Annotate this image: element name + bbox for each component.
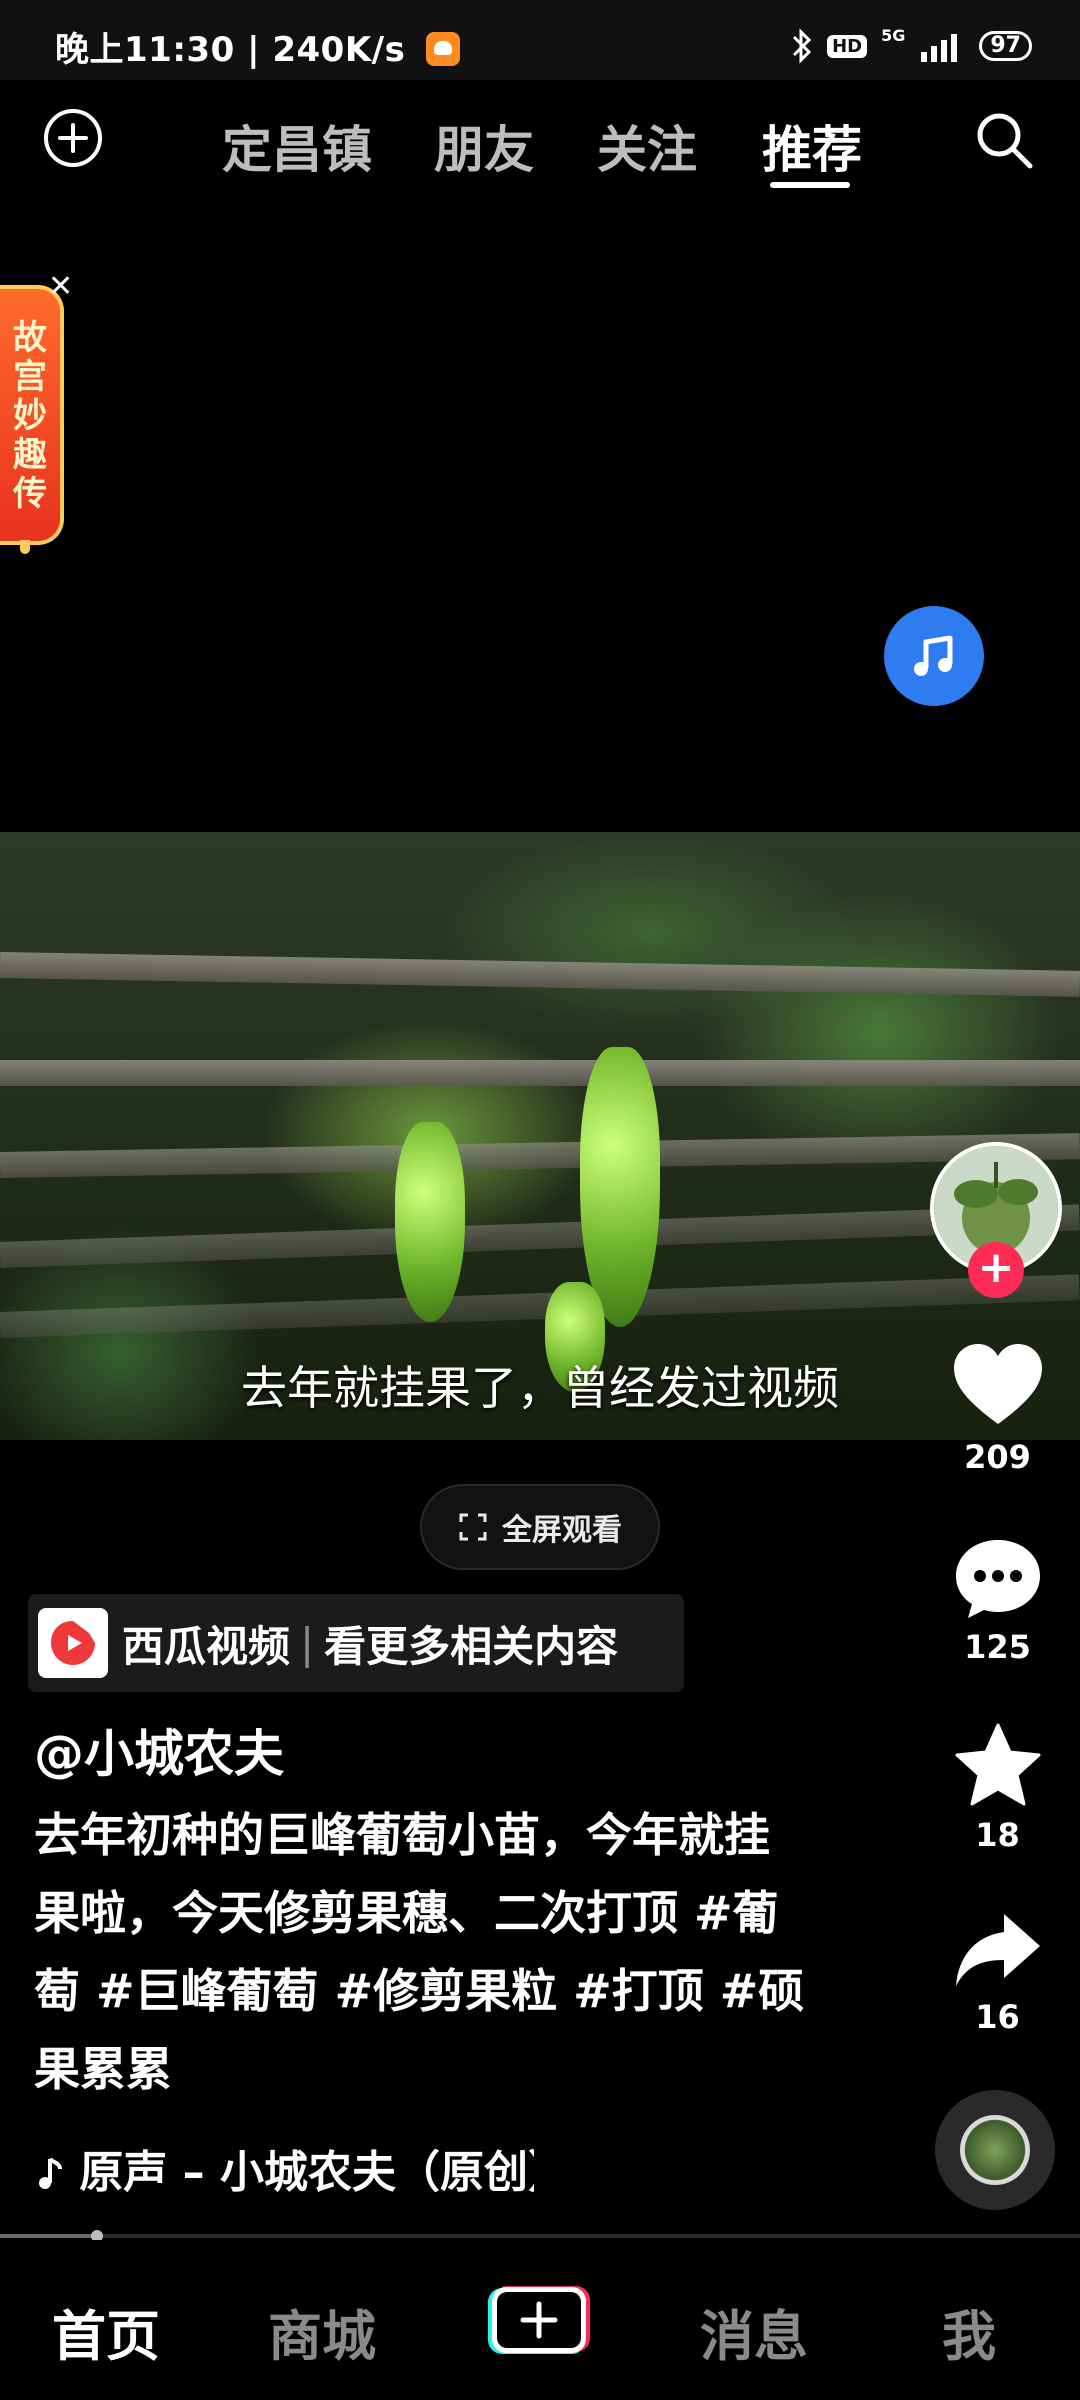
like-button[interactable]: 209	[940, 1340, 1055, 1476]
xigua-separator: |	[300, 1618, 315, 1668]
status-time: 晚上11:30	[55, 30, 235, 70]
sound-title: 原声 – 小城农夫（原创）	[79, 2147, 534, 2198]
author-name[interactable]: @小城农夫	[34, 1714, 284, 1786]
playback-progress[interactable]	[0, 2230, 1080, 2242]
plus-circle-icon[interactable]	[43, 108, 103, 168]
heart-icon	[953, 1344, 1042, 1424]
trellis-slat	[0, 952, 1080, 997]
top-nav: 定昌镇 朋友 关注 推荐	[0, 80, 1080, 210]
favorite-button[interactable]: 18	[940, 1722, 1055, 1854]
follow-button[interactable]: +	[968, 1242, 1024, 1298]
sound-link[interactable]: 原声 – 小城农夫（原创）	[34, 2136, 534, 2200]
bluetooth-icon	[793, 28, 812, 64]
promo-banner-tail	[20, 540, 30, 554]
music-small-icon	[39, 2157, 62, 2189]
nav-me[interactable]: 我	[942, 2292, 996, 2371]
comment-button[interactable]: 125	[940, 1536, 1055, 1666]
share-count: 16	[975, 1998, 1020, 2036]
tab-friends[interactable]: 朋友	[434, 110, 534, 182]
xigua-link[interactable]: 西瓜视频 | 看更多相关内容	[28, 1594, 684, 1692]
trellis-slat	[0, 1274, 1080, 1338]
music-note-icon	[914, 635, 953, 676]
tab-location[interactable]: 定昌镇	[222, 110, 372, 182]
xigua-brand: 西瓜视频	[122, 1621, 291, 1671]
trellis-slat	[0, 1133, 1080, 1178]
trellis-slat	[0, 1204, 1080, 1268]
tab-following[interactable]: 关注	[597, 110, 697, 182]
music-disc-icon[interactable]	[935, 2090, 1055, 2210]
status-right: HD 5G 97	[791, 26, 1032, 66]
star-icon	[955, 1723, 1040, 1806]
signal-icon	[921, 34, 958, 62]
like-count: 209	[964, 1438, 1031, 1476]
create-plus-icon[interactable]	[486, 2282, 592, 2358]
music-float-button[interactable]	[884, 606, 984, 706]
promo-close-icon[interactable]: ✕	[48, 272, 73, 302]
status-left: 晚上11:30 | 240K/s	[55, 22, 460, 71]
nav-home[interactable]: 首页	[52, 2292, 160, 2371]
hd-badge: HD	[827, 34, 868, 58]
promo-banner-text: 故宫妙趣传	[13, 318, 47, 514]
tab-recommended[interactable]: 推荐	[762, 110, 862, 182]
xigua-cta: 看更多相关内容	[324, 1621, 619, 1671]
grape-cluster	[395, 1122, 465, 1322]
share-icon	[955, 1914, 1040, 1986]
music-disc-cover	[960, 2115, 1030, 2185]
favorite-count: 18	[975, 1816, 1020, 1854]
fullscreen-button[interactable]: 全屏观看	[420, 1484, 660, 1570]
notification-app-icon	[425, 32, 460, 66]
fullscreen-icon	[459, 1513, 487, 1541]
grape-cluster	[580, 1047, 660, 1327]
xigua-logo-icon	[38, 1608, 108, 1678]
comment-count: 125	[964, 1628, 1031, 1666]
post-description[interactable]: 去年初种的巨峰葡萄小苗，今年就挂果啦，今天修剪果穗、二次打顶 #葡萄 #巨峰葡萄…	[34, 1796, 814, 2108]
fullscreen-label: 全屏观看	[502, 1513, 622, 1548]
active-tab-indicator	[770, 182, 850, 188]
nav-messages[interactable]: 消息	[700, 2292, 808, 2371]
battery-indicator: 97	[979, 31, 1032, 61]
trellis-slat	[0, 1060, 1080, 1086]
promo-banner[interactable]: 故宫妙趣传	[0, 285, 64, 545]
search-icon[interactable]	[972, 108, 1036, 172]
status-bar: 晚上11:30 | 240K/s HD 5G 97	[0, 0, 1080, 80]
comment-icon	[955, 1540, 1040, 1618]
status-separator: |	[247, 30, 260, 70]
bottom-nav: 首页 商城 消息 我	[0, 2240, 1080, 2400]
video-frame[interactable]	[0, 832, 1080, 1440]
playback-progress-fill	[0, 2234, 98, 2238]
network-type: 5G	[881, 26, 906, 45]
share-button[interactable]: 16	[940, 1910, 1055, 2036]
video-caption: 去年就挂果了，曾经发过视频	[241, 1361, 839, 1415]
nav-mall[interactable]: 商城	[268, 2292, 376, 2371]
status-net-speed: 240K/s	[272, 30, 406, 70]
